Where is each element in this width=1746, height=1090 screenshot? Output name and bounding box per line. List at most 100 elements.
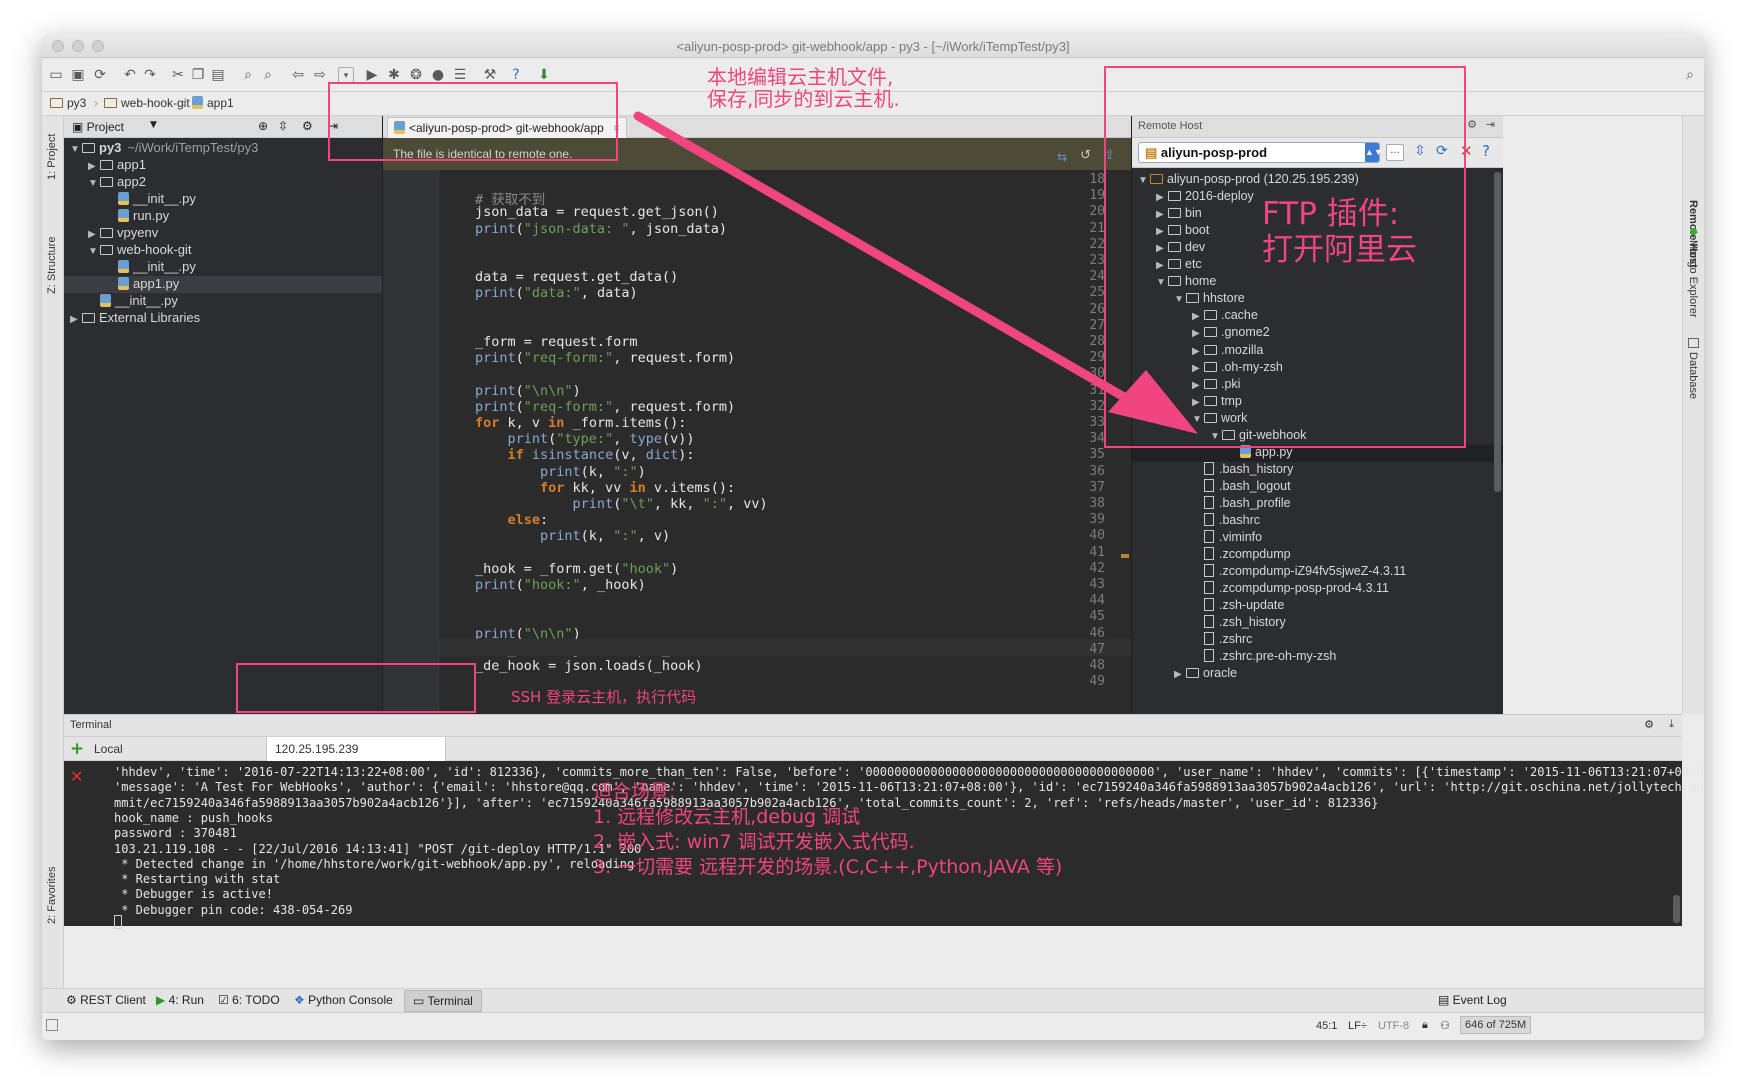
remote-tree-scrollbar[interactable] (1494, 172, 1501, 492)
close-session-icon[interactable]: ✕ (70, 767, 83, 786)
remote-tree-item[interactable]: .bash_history (1132, 461, 1503, 479)
paste-icon[interactable]: ▤ (210, 67, 226, 83)
code-line[interactable]: print("type:", type(v)) (475, 431, 695, 447)
scroll-from-source-icon[interactable]: ⊕ (258, 119, 268, 133)
code-line[interactable]: print("hook:", _hook) (475, 577, 646, 593)
terminal-scrollbar[interactable] (1673, 895, 1680, 923)
project-tree-item[interactable]: ▼ web-hook-git (64, 242, 382, 259)
code-line[interactable]: data = request.get_data() (475, 269, 678, 285)
code-line[interactable]: else: (475, 512, 549, 528)
terminal-tab-remote[interactable]: 120.25.195.239 (266, 737, 446, 761)
plugin-icon[interactable]: ⬇ (536, 67, 552, 83)
project-tree-item[interactable]: ▶ vpyenv (64, 225, 382, 242)
caret-position[interactable]: 45:1 (1316, 1020, 1337, 1032)
code-line[interactable]: print("json-data: ", json_data) (475, 221, 727, 237)
python-console-tool[interactable]: ❖ Python Console (294, 993, 393, 1007)
event-log-tool[interactable]: ▤ Event Log (1438, 993, 1507, 1007)
new-session-icon[interactable]: + (70, 739, 84, 759)
save-all-icon[interactable]: ▣ (70, 67, 86, 83)
project-tool-tab[interactable]: 1: Project (46, 134, 58, 180)
memory-indicator[interactable]: 646 of 725M (1460, 1016, 1532, 1034)
chevron-down-icon[interactable]: ▼ (70, 144, 82, 155)
favorites-tool-tab[interactable]: 2: Favorites (46, 867, 58, 924)
code-line[interactable]: if isinstance(v, dict): (475, 447, 695, 463)
remote-tree-item[interactable]: .bash_profile (1132, 495, 1503, 513)
run-tool[interactable]: ▶ 4: Run (156, 993, 204, 1007)
forward-icon[interactable]: ⇨ (312, 67, 328, 83)
code-line[interactable]: print("\n\n") (475, 383, 581, 399)
remote-tree-item[interactable]: .zcompdump (1132, 547, 1503, 564)
line-separator[interactable]: LF÷ (1348, 1020, 1367, 1032)
search-everywhere-icon[interactable]: ⌕ (1682, 67, 1698, 83)
compare-icon[interactable]: ⇆ (1057, 150, 1067, 164)
code-line[interactable]: _de_hook = json.loads(_hook) (475, 658, 703, 674)
code-line[interactable]: print("\t", kk, ":", vv) (475, 496, 768, 512)
chevron-right-icon[interactable]: ▶ (88, 161, 100, 172)
back-icon[interactable]: ⇦ (290, 67, 306, 83)
gear-icon[interactable]: ⚙ (302, 119, 313, 133)
inspector-icon[interactable]: ⚇ (1440, 1019, 1450, 1032)
gear-icon[interactable]: ⚙ (1467, 118, 1477, 131)
mongo-explorer-tool-tab[interactable]: Mongo Explorer (1687, 240, 1699, 318)
file-encoding[interactable]: UTF-8 (1378, 1020, 1409, 1032)
chevron-down-icon[interactable]: ▼ (88, 178, 100, 189)
remote-tree-item[interactable]: .zsh_history (1132, 615, 1503, 632)
structure-tool-tab[interactable]: Z: Structure (46, 237, 58, 294)
tasks-icon[interactable]: ☰ (452, 67, 468, 83)
gear-icon[interactable]: ⚙ (1644, 718, 1654, 731)
project-tree-item[interactable]: run.py (64, 208, 382, 225)
undo-icon[interactable]: ↶ (122, 67, 138, 83)
terminal-tool[interactable]: ▭ Terminal (404, 990, 482, 1012)
project-tree-item[interactable]: __init__.py (64, 259, 382, 276)
project-tree-item[interactable]: app1.py (64, 276, 382, 293)
breadcrumb-web-hook-git[interactable]: web-hook-git (104, 96, 190, 110)
remote-tree-item[interactable]: .bash_logout (1132, 478, 1503, 496)
chevron-right-icon[interactable]: ▶ (1174, 669, 1186, 680)
code-line[interactable]: _hook = _form.get("hook") (475, 561, 678, 577)
open-folder-icon[interactable]: ▭ (48, 67, 64, 83)
remote-tree-item[interactable]: .zshrc.pre-oh-my-zsh (1132, 649, 1503, 666)
code-line[interactable]: for k, v in _form.items(): (475, 415, 686, 431)
remote-tree-item[interactable]: .zcompdump-posp-prod-4.3.11 (1132, 581, 1503, 598)
project-view-selector[interactable]: ▣ Project (72, 120, 124, 134)
revert-icon[interactable]: ↺ (1080, 148, 1091, 163)
terminal-tab-local[interactable]: Local (86, 737, 266, 761)
chevron-down-icon[interactable]: ▼ (150, 120, 157, 130)
settings-icon[interactable]: ⚒ (482, 67, 498, 83)
project-tree-item[interactable]: __init__.py (64, 191, 382, 208)
code-line[interactable]: print("req-form:", request.form) (475, 399, 735, 415)
code-line[interactable]: print("req-form:", request.form) (475, 350, 735, 366)
breadcrumb-app1[interactable]: app1 (192, 96, 234, 110)
database-tool-tab[interactable]: Database (1687, 352, 1699, 399)
chevron-right-icon[interactable]: ▶ (88, 229, 100, 240)
remote-tree-item[interactable]: .zsh-update (1132, 598, 1503, 615)
collapse-all-icon[interactable]: ⇳ (278, 119, 288, 133)
run-icon[interactable]: ▶ (364, 67, 380, 83)
hide-panel-icon[interactable]: ⤓ (1669, 718, 1674, 731)
chevron-down-icon[interactable]: ▼ (88, 246, 100, 257)
project-tree-item[interactable]: __init__.py (64, 293, 382, 310)
remote-tree-item[interactable]: .zshrc (1132, 632, 1503, 649)
profile-icon[interactable]: ● (430, 67, 446, 83)
code-line[interactable]: print("data:", data) (475, 285, 638, 301)
breadcrumb-py3[interactable]: py3 (50, 96, 86, 110)
chevron-right-icon[interactable]: ▶ (70, 314, 82, 325)
run-config-dropdown-icon[interactable]: ▾ (338, 67, 354, 83)
hide-panel-icon[interactable]: ⇥ (1486, 118, 1495, 131)
help-icon[interactable]: ? (508, 67, 524, 83)
replace-icon[interactable]: ⌕ (260, 67, 276, 83)
remote-tree-item[interactable]: .bashrc (1132, 513, 1503, 530)
code-line[interactable]: print(k, ":") (475, 464, 646, 480)
code-line[interactable]: _form = request.form (475, 334, 638, 350)
rest-client-tool[interactable]: ⚙ REST Client (66, 993, 146, 1007)
remote-tree-item[interactable]: .zcompdump-iZ94fv5sjweZ-4.3.11 (1132, 564, 1503, 581)
remote-tree-item[interactable]: ▶ oracle (1132, 666, 1503, 683)
redo-icon[interactable]: ↷ (142, 67, 158, 83)
copy-icon[interactable]: ❐ (190, 67, 206, 83)
remote-tree-item[interactable]: .viminfo (1132, 530, 1503, 547)
lock-icon[interactable]: 🔒︎ (1422, 1019, 1428, 1032)
todo-tool[interactable]: ☑ 6: TODO (218, 993, 280, 1007)
debug-icon[interactable]: ✱ (386, 67, 402, 83)
synchronize-icon[interactable]: ⟳ (92, 67, 108, 83)
project-tree-item[interactable]: ▶ External Libraries (64, 310, 382, 327)
